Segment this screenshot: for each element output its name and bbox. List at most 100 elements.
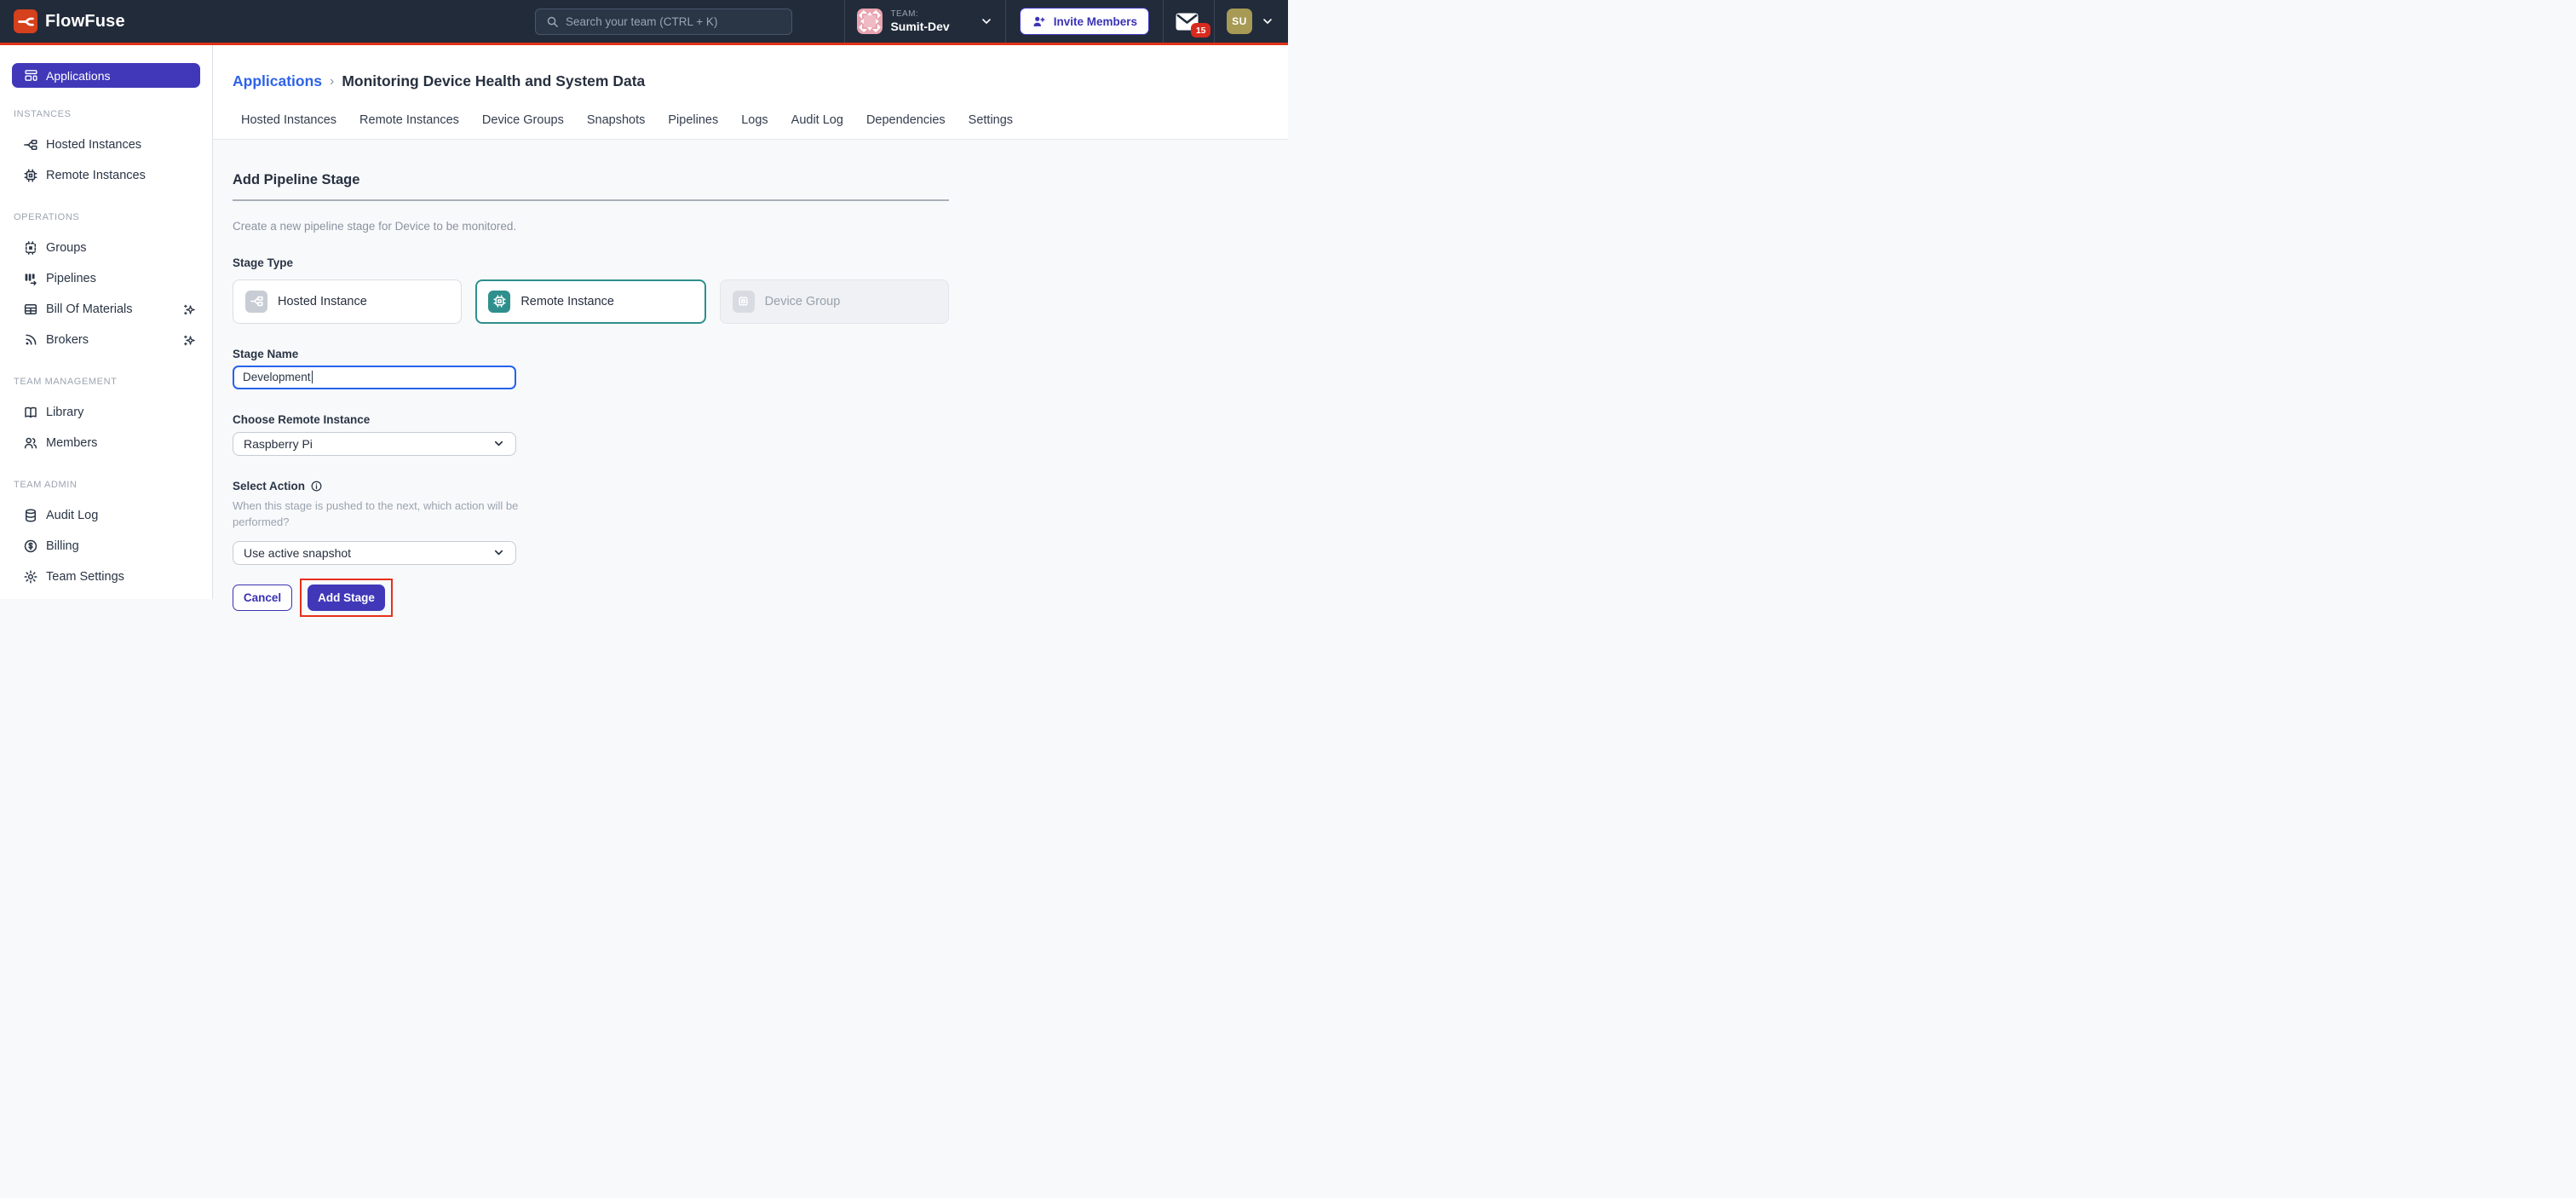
action-select[interactable]: Use active snapshot (233, 541, 516, 565)
sidebar-item-brokers[interactable]: Brokers (0, 325, 212, 355)
sidebar-item-label: Hosted Instances (46, 138, 141, 152)
breadcrumb-separator: › (330, 74, 334, 89)
sidebar-item-billing[interactable]: Billing (0, 531, 212, 562)
pipe-icon (245, 291, 267, 313)
search-input[interactable] (566, 15, 783, 28)
brand-name: FlowFuse (45, 12, 125, 32)
sidebar-item-team-settings[interactable]: Team Settings (0, 562, 212, 592)
sidebar-section-instances: INSTANCES (14, 109, 198, 119)
info-icon[interactable] (310, 480, 323, 492)
chip-icon (23, 168, 38, 183)
sidebar-item-label: Groups (46, 241, 87, 255)
user-plus-icon (1032, 14, 1047, 29)
stage-type-options: Hosted Instance Remote Instance (233, 279, 949, 324)
sidebar-item-members[interactable]: Members (0, 428, 212, 458)
chevron-down-icon (492, 437, 505, 450)
tab-pipelines[interactable]: Pipelines (668, 113, 718, 139)
sidebar: Applications INSTANCES Hosted Instances … (0, 45, 213, 599)
notification-count-badge: 15 (1191, 23, 1210, 37)
tab-device-groups[interactable]: Device Groups (482, 113, 564, 139)
notifications-button[interactable]: 15 (1164, 0, 1214, 43)
invite-members-button[interactable]: Invite Members (1020, 8, 1149, 35)
search-box[interactable] (535, 9, 792, 35)
sidebar-item-label: Audit Log (46, 509, 98, 522)
team-selector[interactable]: TEAM: Sumit-Dev (845, 0, 1004, 43)
add-pipeline-stage-form: Add Pipeline Stage Create a new pipeline… (213, 172, 1288, 617)
tab-audit-log[interactable]: Audit Log (791, 113, 843, 139)
sidebar-item-hosted-instances[interactable]: Hosted Instances (0, 130, 212, 160)
search-icon (544, 15, 560, 28)
sidebar-item-label: Members (46, 436, 97, 450)
breadcrumb: Applications › Monitoring Device Health … (233, 72, 1288, 90)
select-action-help: When this stage is pushed to the next, w… (233, 498, 520, 530)
action-value: Use active snapshot (244, 546, 351, 560)
sidebar-item-pipelines[interactable]: Pipelines (0, 263, 212, 294)
sidebar-item-groups[interactable]: Groups (0, 233, 212, 263)
remote-instance-label: Choose Remote Instance (233, 413, 1288, 426)
form-description: Create a new pipeline stage for Device t… (233, 220, 1288, 233)
stage-type-hosted-instance[interactable]: Hosted Instance (233, 279, 462, 324)
brand-home-link[interactable]: FlowFuse (14, 9, 125, 33)
form-divider (233, 199, 949, 201)
page-title: Monitoring Device Health and System Data (342, 72, 645, 90)
applications-icon (23, 68, 38, 83)
team-avatar (857, 9, 883, 34)
chip-icon (488, 291, 510, 313)
chip-group-icon (733, 291, 755, 313)
breadcrumb-applications-link[interactable]: Applications (233, 72, 322, 90)
tab-remote-instances[interactable]: Remote Instances (359, 113, 459, 139)
team-name: Sumit-Dev (890, 20, 949, 33)
top-navbar: FlowFuse (0, 0, 1288, 45)
form-title: Add Pipeline Stage (233, 172, 1288, 188)
add-stage-button[interactable]: Add Stage (308, 585, 385, 611)
book-icon (23, 405, 38, 420)
sidebar-section-operations: OPERATIONS (14, 212, 198, 222)
sidebar-item-label: Brokers (46, 333, 89, 347)
tab-bar: Hosted Instances Remote Instances Device… (241, 113, 1288, 139)
user-menu[interactable]: SU (1215, 0, 1288, 43)
remote-instance-select[interactable]: Raspberry Pi (233, 432, 516, 456)
remote-instance-value: Raspberry Pi (244, 437, 313, 451)
sidebar-item-library[interactable]: Library (0, 397, 212, 428)
tab-dependencies[interactable]: Dependencies (866, 113, 946, 139)
sidebar-item-label: Billing (46, 539, 79, 553)
sidebar-item-applications[interactable]: Applications (12, 63, 200, 88)
stage-type-device-group: Device Group (720, 279, 949, 324)
rss-icon (23, 332, 38, 348)
sidebar-item-remote-instances[interactable]: Remote Instances (0, 160, 212, 191)
sidebar-item-label: Bill Of Materials (46, 302, 133, 316)
stage-name-label: Stage Name (233, 348, 1288, 360)
main-header: Applications › Monitoring Device Health … (213, 45, 1288, 140)
sidebar-item-bill-of-materials[interactable]: Bill Of Materials (0, 294, 212, 325)
dollar-icon (23, 539, 38, 554)
sidebar-item-label: Library (46, 406, 83, 419)
sidebar-section-team-management: TEAM MANAGEMENT (14, 377, 198, 387)
users-icon (23, 435, 38, 451)
stage-type-remote-instance[interactable]: Remote Instance (475, 279, 705, 324)
stage-type-option-label: Hosted Instance (278, 295, 367, 308)
sidebar-item-label: Team Settings (46, 570, 124, 584)
sidebar-item-label: Remote Instances (46, 169, 146, 182)
invite-members-label: Invite Members (1054, 15, 1137, 28)
tab-hosted-instances[interactable]: Hosted Instances (241, 113, 336, 139)
navbar-right-group: TEAM: Sumit-Dev Invite Members (844, 0, 1288, 43)
sparkles-icon (182, 333, 197, 348)
tab-settings[interactable]: Settings (969, 113, 1013, 139)
pipe-icon (23, 137, 38, 153)
stage-name-input[interactable]: Development (233, 366, 516, 389)
team-label: TEAM: (890, 9, 949, 20)
sidebar-item-label: Applications (46, 69, 111, 83)
form-actions: Cancel Add Stage (233, 579, 1288, 617)
sparkles-icon (182, 302, 197, 317)
select-action-label-text: Select Action (233, 480, 305, 492)
tab-snapshots[interactable]: Snapshots (587, 113, 646, 139)
database-icon (23, 508, 38, 523)
chevron-down-icon (492, 546, 505, 559)
click-annotation-box: Add Stage (300, 579, 393, 617)
text-cursor (312, 371, 313, 383)
tab-logs[interactable]: Logs (741, 113, 768, 139)
chevron-down-icon (980, 14, 993, 28)
gear-icon (23, 569, 38, 585)
cancel-button[interactable]: Cancel (233, 585, 292, 611)
sidebar-item-audit-log[interactable]: Audit Log (0, 500, 212, 531)
